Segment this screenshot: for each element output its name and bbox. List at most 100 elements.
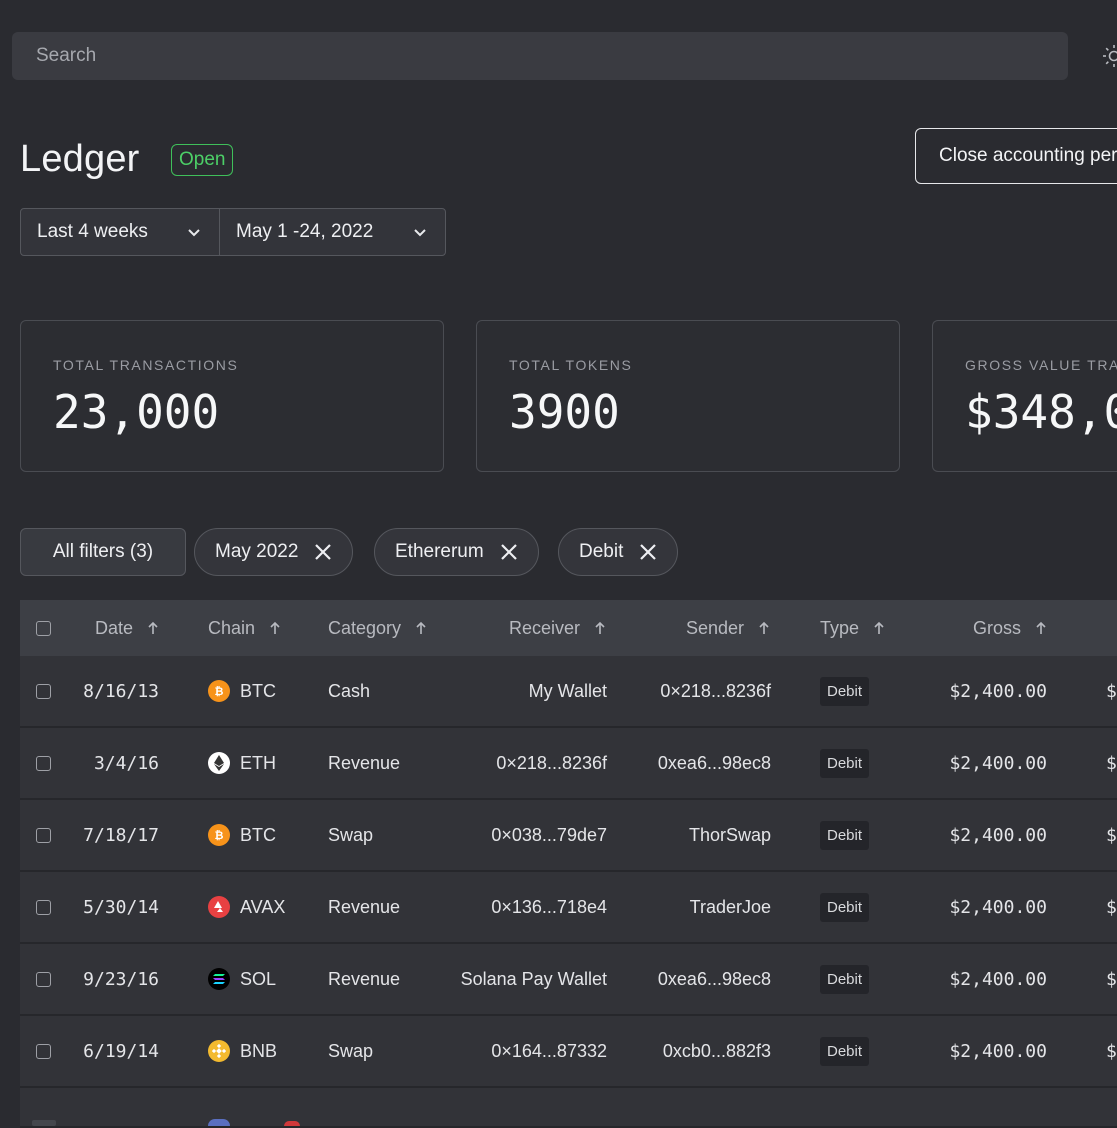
cell-category: Swap <box>328 800 373 870</box>
cell-net-truncated: $ <box>1106 656 1117 726</box>
cell-date: 3/4/16 <box>60 728 159 798</box>
transactions-table: Date Chain Category Receiver Sender Type… <box>20 600 1117 1128</box>
cell-category: Revenue <box>328 872 400 942</box>
arrow-up-icon <box>269 621 281 635</box>
cell-category: Revenue <box>328 728 400 798</box>
avax-icon <box>208 896 230 918</box>
row-checkbox[interactable] <box>36 972 51 987</box>
search-input[interactable]: Search <box>12 32 1068 80</box>
cell-sender: TraderJoe <box>620 872 771 942</box>
column-label: Date <box>95 618 133 639</box>
cell-gross: $2,400.00 <box>900 800 1047 870</box>
column-header-chain[interactable]: Chain <box>208 600 281 656</box>
cell-receiver: 0×038...79de7 <box>420 800 607 870</box>
cell-receiver: 0×218...8236f <box>420 728 607 798</box>
column-header-sender[interactable]: Sender <box>686 600 770 656</box>
date-preset-label: Last 4 weeks <box>37 221 148 243</box>
cell-chain: ₿ BTC <box>208 800 276 870</box>
table-row[interactable]: 8/16/13 ₿ BTC Cash My Wallet 0×218...823… <box>20 656 1117 728</box>
column-header-type[interactable]: Type <box>820 600 885 656</box>
chain-label: BNB <box>240 1041 277 1062</box>
arrow-up-icon <box>758 621 770 635</box>
table-row[interactable]: 7/18/17 ₿ BTC Swap 0×038...79de7 ThorSwa… <box>20 800 1117 872</box>
date-range-dropdown[interactable]: May 1 -24, 2022 <box>220 209 445 255</box>
cell-date: 5/30/14 <box>60 872 159 942</box>
arrow-up-icon <box>594 621 606 635</box>
row-checkbox[interactable] <box>36 684 51 699</box>
cell-gross: $2,400.00 <box>900 1016 1047 1086</box>
cell-date: 8/16/13 <box>60 656 159 726</box>
cell-gross: $2,400.00 <box>900 872 1047 942</box>
filter-chip-type[interactable]: Debit <box>558 528 678 576</box>
type-badge: Debit <box>820 749 869 778</box>
status-badge: Open <box>171 144 233 176</box>
row-checkbox[interactable] <box>32 1120 56 1126</box>
table-row[interactable]: 3/4/16 ETH Revenue 0×218...8236f 0xea6..… <box>20 728 1117 800</box>
chain-label: ETH <box>240 753 276 774</box>
row-checkbox[interactable] <box>36 900 51 915</box>
close-icon[interactable] <box>637 541 659 563</box>
cell-receiver: 0×136...718e4 <box>420 872 607 942</box>
column-label: Chain <box>208 618 255 639</box>
all-filters-button[interactable]: All filters (3) <box>20 528 186 576</box>
cell-chain: ETH <box>208 728 276 798</box>
stat-value: 3900 <box>509 385 620 439</box>
column-label: Type <box>820 618 859 639</box>
filter-chip-date[interactable]: May 2022 <box>194 528 353 576</box>
table-row[interactable]: 9/23/16 SOL Revenue Solana Pay Wallet 0x… <box>20 944 1117 1016</box>
svg-text:₿: ₿ <box>215 829 224 842</box>
stat-value: $348,000 <box>965 385 1117 439</box>
cell-sender: 0xcb0...882f3 <box>620 1016 771 1086</box>
btc-icon: ₿ <box>208 680 230 702</box>
table-row[interactable]: 6/19/14 BNB Swap 0×164...87332 0xcb0...8… <box>20 1016 1117 1088</box>
cell-type: Debit <box>820 944 869 1014</box>
chevron-down-icon <box>411 223 429 241</box>
cell-category: Cash <box>328 656 370 726</box>
bnb-icon <box>208 1040 230 1062</box>
cell-gross: $2,400.00 <box>900 944 1047 1014</box>
column-header-gross[interactable]: Gross <box>973 600 1047 656</box>
date-preset-dropdown[interactable]: Last 4 weeks <box>21 209 220 255</box>
filter-chip-chain[interactable]: Ethererum <box>374 528 539 576</box>
cell-net-truncated: $ <box>1106 728 1117 798</box>
cell-type: Debit <box>820 1016 869 1086</box>
stat-value: 23,000 <box>53 385 219 439</box>
cell-receiver: 0×164...87332 <box>420 1016 607 1086</box>
search-placeholder: Search <box>36 45 96 67</box>
row-checkbox[interactable] <box>36 828 51 843</box>
type-badge: Debit <box>820 821 869 850</box>
column-header-receiver[interactable]: Receiver <box>509 600 606 656</box>
cell-sender: 0×218...8236f <box>620 656 771 726</box>
cell-date: 9/23/16 <box>60 944 159 1014</box>
stat-card-total-transactions: TOTAL TRANSACTIONS 23,000 <box>20 320 444 472</box>
filter-chip-label: Ethererum <box>395 541 484 563</box>
column-label: Receiver <box>509 618 580 639</box>
sun-icon[interactable] <box>1102 44 1117 68</box>
type-badge: Debit <box>820 677 869 706</box>
cell-gross: $2,400.00 <box>900 728 1047 798</box>
svg-text:₿: ₿ <box>215 685 224 698</box>
table-row[interactable] <box>20 1088 1117 1128</box>
type-badge: Debit <box>820 893 869 922</box>
chevron-down-icon <box>185 223 203 241</box>
table-row[interactable]: 5/30/14 AVAX Revenue 0×136...718e4 Trade… <box>20 872 1117 944</box>
cell-date: 7/18/17 <box>60 800 159 870</box>
close-icon[interactable] <box>498 541 520 563</box>
stat-label: TOTAL TOKENS <box>509 357 632 373</box>
select-all-checkbox[interactable] <box>36 621 51 636</box>
column-header-date[interactable]: Date <box>95 600 159 656</box>
cell-chain: AVAX <box>208 872 285 942</box>
close-accounting-period-button[interactable]: Close accounting period <box>915 128 1117 184</box>
cell-chain: BNB <box>208 1016 277 1086</box>
arrow-up-icon <box>873 621 885 635</box>
row-checkbox[interactable] <box>36 756 51 771</box>
date-range-label: May 1 -24, 2022 <box>236 221 373 243</box>
column-header-category[interactable]: Category <box>328 600 427 656</box>
row-checkbox[interactable] <box>36 1044 51 1059</box>
close-icon[interactable] <box>312 541 334 563</box>
column-label: Sender <box>686 618 744 639</box>
arrow-up-icon <box>1035 621 1047 635</box>
cell-category: Swap <box>328 1016 373 1086</box>
eth-icon <box>208 752 230 774</box>
date-range-selector: Last 4 weeks May 1 -24, 2022 <box>20 208 446 256</box>
